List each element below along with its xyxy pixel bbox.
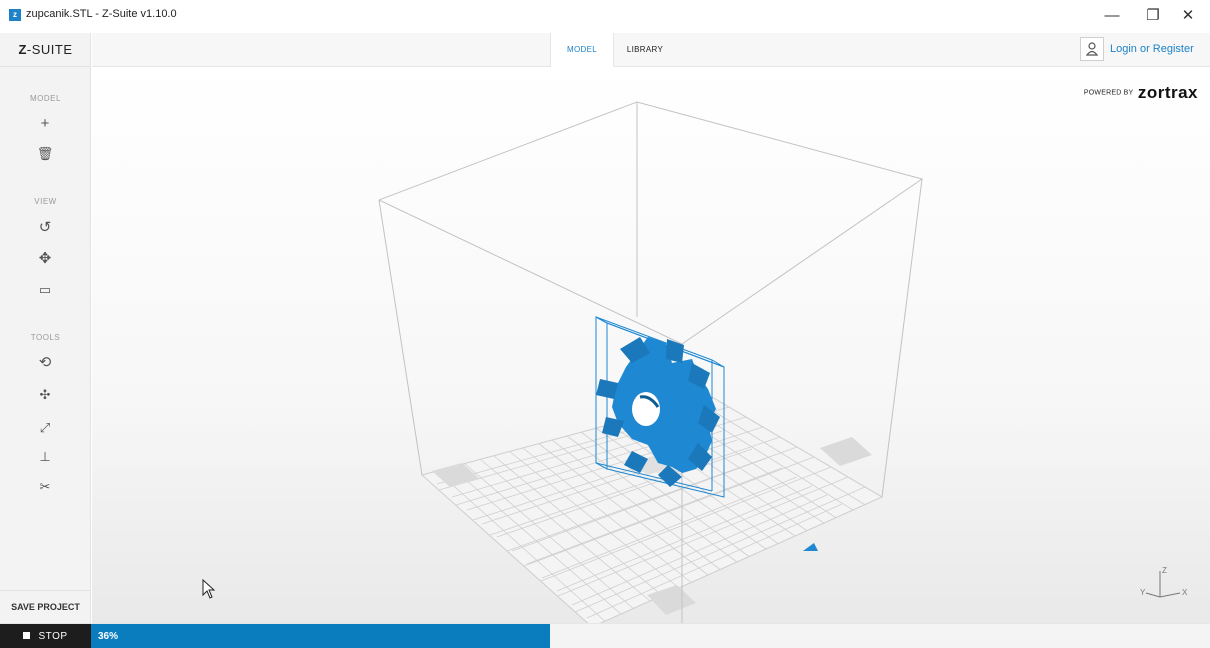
tab-model[interactable]: MODEL — [550, 33, 614, 67]
progress-fill — [91, 624, 551, 648]
svg-text:X: X — [1182, 588, 1188, 597]
login-register-link[interactable]: Login or Register — [1110, 43, 1194, 55]
progress-percent: 36% — [98, 631, 119, 642]
title-bar: z zupcanik.STL - Z-Suite v1.10.0 — ❐ ✕ — [0, 0, 1210, 33]
lay-flat-icon[interactable]: ⊥ — [30, 445, 60, 469]
rotate-model-icon[interactable]: ⟲ — [30, 351, 60, 375]
brand-logo: Z-SUITE — [0, 33, 91, 67]
section-label-view: VIEW — [34, 197, 57, 206]
top-navigation: MODEL LIBRARY Login or Register — [92, 33, 1210, 67]
progress-bar: 36% — [91, 624, 1210, 648]
platform-corner-tile — [820, 437, 872, 466]
cut-model-icon[interactable]: ✂ — [30, 475, 60, 499]
window-title: zupcanik.STL - Z-Suite v1.10.0 — [26, 8, 177, 20]
maximize-button[interactable]: ❐ — [1137, 6, 1169, 26]
build-volume-scene[interactable] — [92, 67, 1210, 623]
platform-front-marker — [803, 543, 818, 551]
axis-indicator: Z X Y — [1140, 566, 1188, 598]
section-label-model: MODEL — [30, 94, 61, 103]
section-label-tools: TOOLS — [30, 333, 61, 342]
svg-text:Y: Y — [1140, 588, 1146, 597]
pan-view-icon[interactable]: ✥ — [30, 247, 60, 271]
scale-model-icon[interactable]: ⤢ — [30, 416, 60, 440]
svg-text:Z: Z — [1162, 566, 1167, 575]
minimize-button[interactable]: — — [1096, 6, 1128, 26]
add-model-icon[interactable]: + — [30, 112, 60, 136]
bottom-bar: STOP 36% — [0, 623, 1210, 648]
close-button[interactable]: ✕ — [1172, 6, 1204, 26]
rotate-view-icon[interactable]: ↺ — [30, 216, 60, 240]
save-project-button[interactable]: SAVE PROJECT — [0, 590, 91, 623]
stop-button[interactable]: STOP — [0, 624, 91, 648]
3d-viewport[interactable]: POWERED BY zortrax Z X Y — [92, 67, 1210, 623]
tab-library[interactable]: LIBRARY — [616, 33, 674, 67]
sidebar: Z-SUITE MODEL + 🗑 VIEW ↺ ✥ ▭ TOOLS ⟲ ✣ ⤢… — [0, 33, 91, 623]
move-model-icon[interactable]: ✣ — [30, 383, 60, 407]
app-logo-icon: z — [9, 9, 21, 21]
camera-view-icon[interactable]: ▭ — [30, 278, 60, 302]
delete-model-icon[interactable]: 🗑 — [30, 142, 60, 166]
user-icon[interactable] — [1080, 37, 1104, 61]
mouse-cursor-icon — [202, 579, 216, 599]
stop-icon — [23, 632, 31, 639]
